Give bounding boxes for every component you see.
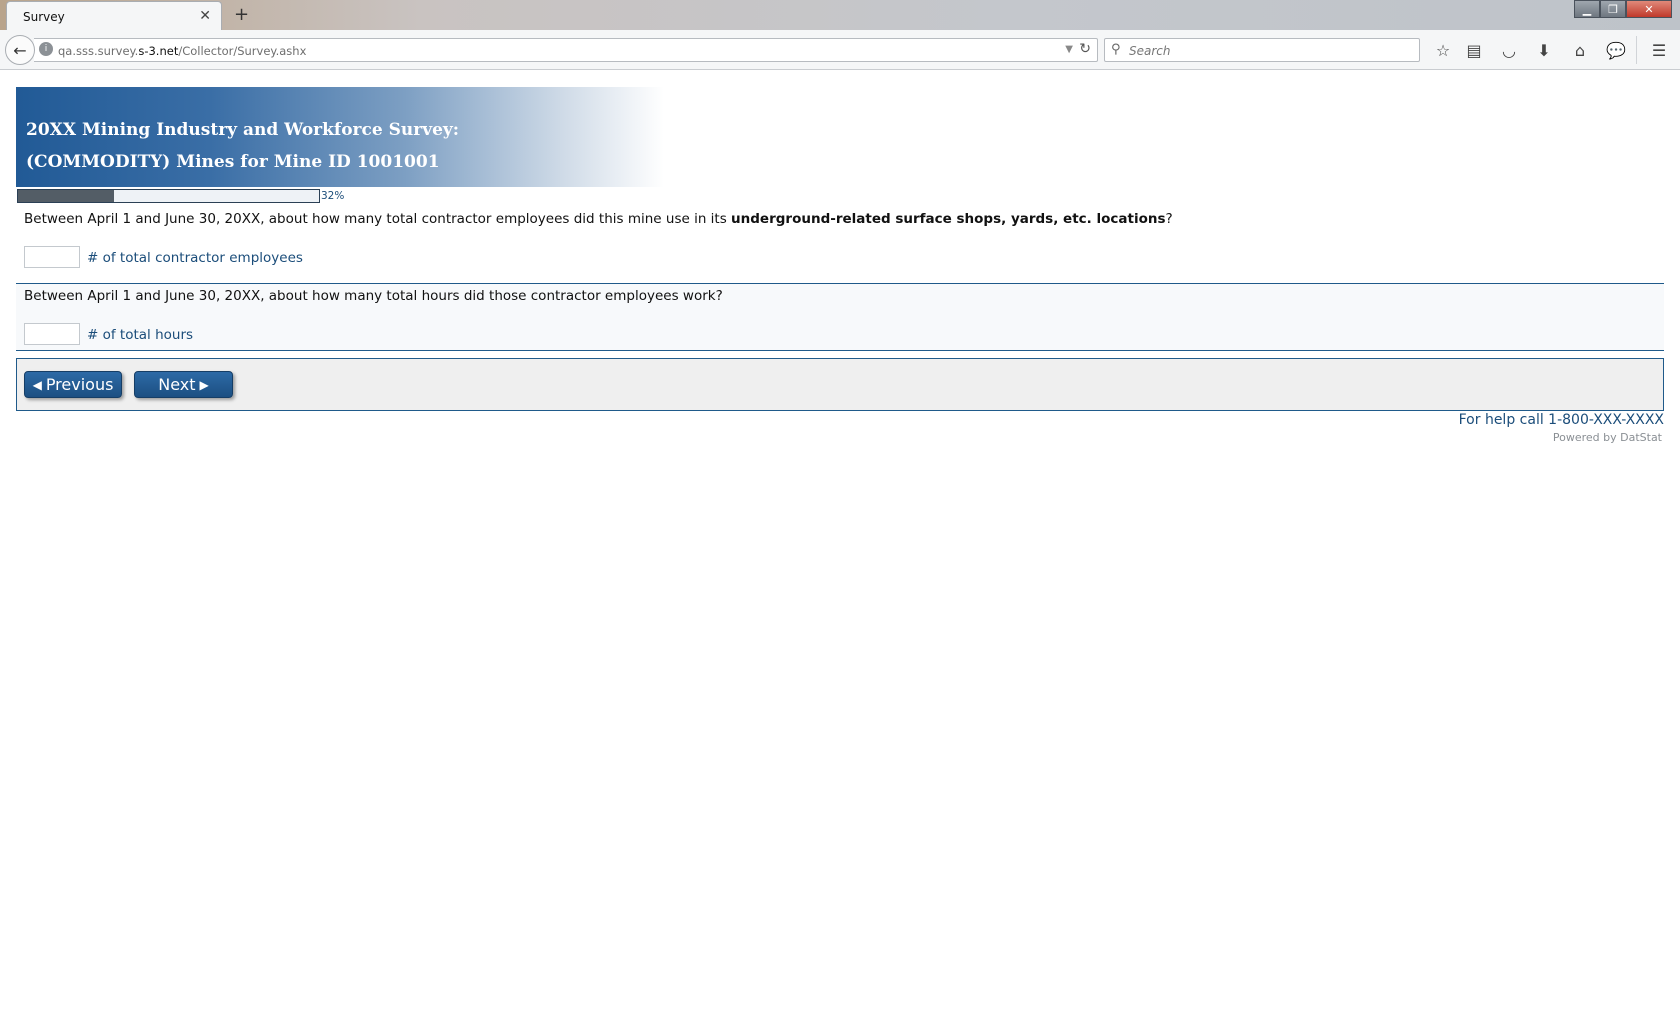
previous-button[interactable]: ◀ Previous	[24, 371, 122, 398]
next-button[interactable]: Next ▶	[134, 371, 233, 398]
search-icon: ⚲	[1111, 42, 1121, 57]
question-1: Between April 1 and June 30, 20XX, about…	[16, 206, 1664, 281]
hamburger-menu-icon[interactable]: ☰	[1648, 39, 1670, 61]
progress-bar	[17, 189, 320, 203]
reading-list-icon[interactable]: ▤	[1463, 39, 1485, 61]
toolbar-separator	[1636, 36, 1637, 64]
question-2-suffix: # of total hours	[87, 327, 194, 343]
search-placeholder: Search	[1129, 44, 1171, 58]
url-text: qa.sss.survey.s-3.net/Collector/Survey.a…	[58, 44, 307, 58]
bookmark-star-icon[interactable]: ☆	[1432, 39, 1454, 61]
progress-percent: 32%	[321, 190, 345, 202]
browser-titlebar: Survey ✕ + ▁ ❐ ✕	[0, 0, 1680, 31]
question-2: Between April 1 and June 30, 20XX, about…	[16, 283, 1664, 351]
survey-title-line2: (COMMODITY) Mines for Mine ID 1001001	[26, 152, 440, 172]
survey-header: 20XX Mining Industry and Workforce Surve…	[16, 87, 664, 187]
tab-title: Survey	[23, 10, 65, 24]
right-arrow-icon: ▶	[199, 377, 209, 392]
next-label: Next	[158, 375, 196, 394]
pocket-icon[interactable]: ◡	[1498, 39, 1520, 61]
window-controls: ▁ ❐ ✕	[1574, 0, 1672, 18]
question-2-text: Between April 1 and June 30, 20XX, about…	[24, 288, 723, 304]
previous-label: Previous	[45, 375, 114, 394]
url-bar[interactable]: i qa.sss.survey.s-3.net/Collector/Survey…	[34, 38, 1098, 62]
back-arrow-icon[interactable]: ←	[5, 35, 35, 65]
browser-tab[interactable]: Survey ✕	[6, 1, 222, 31]
contractor-employees-input[interactable]	[24, 246, 80, 268]
minimize-icon[interactable]: ▁	[1574, 0, 1600, 18]
navigation-area: ◀ Previous Next ▶	[16, 358, 1664, 411]
search-input[interactable]: ⚲ Search	[1104, 38, 1420, 62]
question-1-text: Between April 1 and June 30, 20XX, about…	[24, 211, 1173, 227]
new-tab-icon[interactable]: +	[234, 4, 249, 25]
url-dropdown-icon[interactable]: ▼	[1065, 44, 1073, 55]
left-arrow-icon: ◀	[32, 377, 42, 392]
download-icon[interactable]: ⬇	[1533, 39, 1555, 61]
tab-close-icon[interactable]: ✕	[199, 8, 211, 24]
reload-icon[interactable]: ↻	[1079, 41, 1091, 57]
restore-icon[interactable]: ❐	[1600, 0, 1626, 18]
survey-title-line1: 20XX Mining Industry and Workforce Surve…	[26, 120, 460, 140]
total-hours-input[interactable]	[24, 323, 80, 345]
browser-navbar: i qa.sss.survey.s-3.net/Collector/Survey…	[0, 30, 1680, 70]
progress-fill	[18, 190, 115, 202]
globe-icon: i	[39, 42, 53, 56]
powered-by[interactable]: Powered by DatStat	[1553, 431, 1662, 444]
home-icon[interactable]: ⌂	[1569, 39, 1591, 61]
question-1-suffix: # of total contractor employees	[87, 250, 303, 266]
close-window-icon[interactable]: ✕	[1626, 0, 1672, 18]
help-phone: For help call 1-800-XXX-XXXX	[1458, 412, 1664, 428]
chat-icon[interactable]: 💬	[1605, 39, 1627, 61]
